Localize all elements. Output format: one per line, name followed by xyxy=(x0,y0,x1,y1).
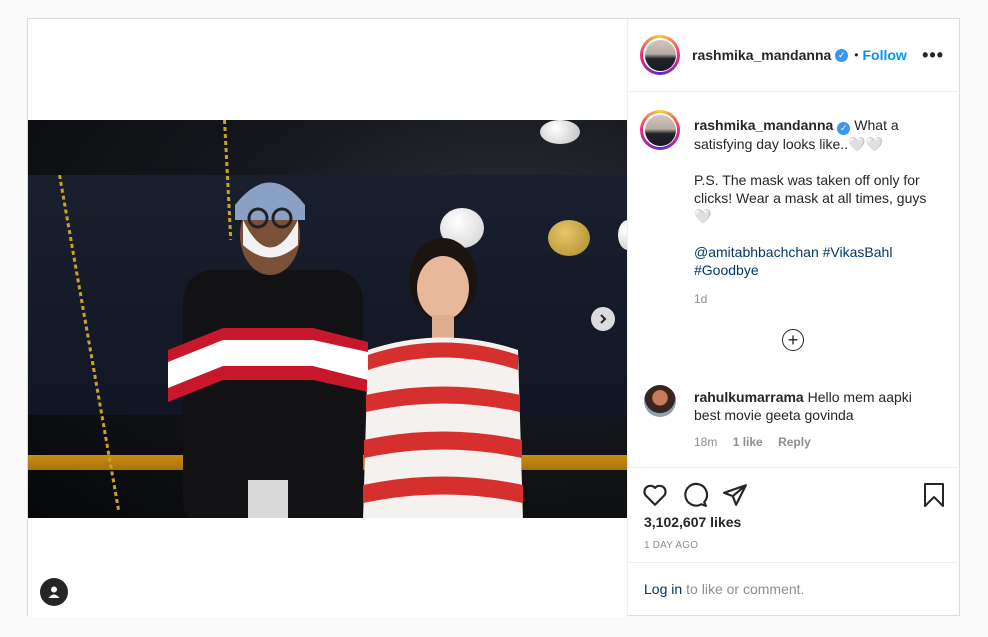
login-prompt: Log in to like or comment. xyxy=(628,562,960,615)
chevron-right-icon xyxy=(600,314,607,324)
heart-icon[interactable] xyxy=(642,482,668,508)
author-avatar[interactable] xyxy=(640,35,680,75)
tagged-users-button[interactable] xyxy=(40,578,68,606)
balloon xyxy=(548,220,590,256)
caption: rashmika_mandanna ✓ What a satisfying day … xyxy=(694,116,934,308)
comment: rahulkumarrama Hello mem aapki best movi… xyxy=(694,388,934,424)
follow-button[interactable]: Follow xyxy=(863,47,907,63)
comment-meta: 18m 1 like Reply xyxy=(694,435,823,449)
comments-section[interactable]: rashmika_mandanna ✓ What a satisfying day … xyxy=(628,92,960,466)
likes-count[interactable]: 3,102,607 likes xyxy=(644,514,741,530)
reply-button[interactable]: Reply xyxy=(778,435,811,449)
hashtag-link[interactable]: #Goodbye xyxy=(694,262,759,278)
man-figure xyxy=(168,182,368,518)
login-link[interactable]: Log in xyxy=(644,581,682,597)
post-sidebar: rashmika_mandanna ✓ • Follow ••• rashmik… xyxy=(627,19,960,615)
post-header: rashmika_mandanna ✓ • Follow ••• xyxy=(628,19,960,92)
caption-author[interactable]: rashmika_mandanna xyxy=(694,117,833,133)
avatar-photo xyxy=(644,39,676,71)
mention-link[interactable]: @amitabhbachchan xyxy=(694,244,819,260)
author-username[interactable]: rashmika_mandanna xyxy=(692,47,831,63)
comment-likes[interactable]: 1 like xyxy=(733,435,763,449)
hashtag-link[interactable]: #VikasBahl xyxy=(823,244,893,260)
woman-figure xyxy=(363,238,523,518)
caption-time[interactable]: 1d xyxy=(694,292,707,306)
post-photo[interactable] xyxy=(28,120,627,518)
load-more-comments-button[interactable]: + xyxy=(782,329,804,351)
caption-ps: P.S. The mask was taken off only for cli… xyxy=(694,172,927,224)
user-icon xyxy=(48,586,60,598)
login-text: to like or comment. xyxy=(686,581,805,597)
commenter-username[interactable]: rahulkumarrama xyxy=(694,389,804,405)
post-media xyxy=(28,19,627,617)
comment-icon[interactable] xyxy=(682,482,708,508)
commenter-avatar[interactable] xyxy=(644,385,676,417)
comment-time[interactable]: 18m xyxy=(694,435,717,449)
bookmark-icon[interactable] xyxy=(922,482,946,508)
verified-badge-icon: ✓ xyxy=(835,48,849,62)
separator-dot: • xyxy=(854,48,859,62)
next-photo-button[interactable] xyxy=(591,307,615,331)
share-icon[interactable] xyxy=(722,482,748,508)
post-actions: 3,102,607 likes 1 DAY AGO xyxy=(628,467,960,568)
verified-badge-icon: ✓ xyxy=(837,122,851,135)
post-card: rashmika_mandanna ✓ • Follow ••• rashmik… xyxy=(27,18,960,617)
more-options-button[interactable]: ••• xyxy=(922,45,944,66)
balloon xyxy=(540,120,580,144)
post-date[interactable]: 1 DAY AGO xyxy=(644,540,698,551)
